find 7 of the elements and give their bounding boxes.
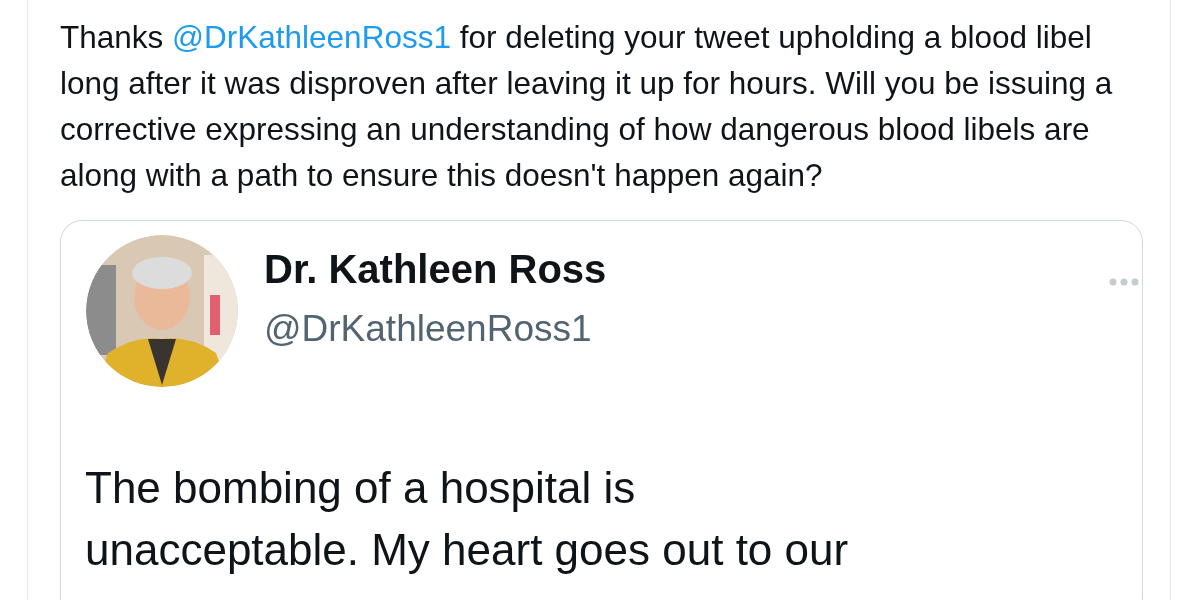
quoted-tweet-card[interactable]: Dr. Kathleen Ross @DrKathleenRoss1 The bombing of a hospital is unacceptable. My heart goes out to our	[60, 220, 1143, 600]
more-icon[interactable]	[1108, 277, 1140, 287]
author-name: Dr. Kathleen Ross	[264, 246, 607, 293]
quoted-tweet-text: unacceptable. My heart goes out to our	[85, 524, 850, 576]
tweet-text: Thanks @DrKathleenRoss1 for deleting your tweet upholding a blood libel long after it was disproven after leaving it up for hours. Will you be issuing a corrective expressing an understanding of how dangerous blood libels are along with a path to ensure this doesn't happen again?	[60, 18, 1114, 195]
author-handle: @DrKathleenRoss1	[264, 307, 593, 351]
quoted-tweet-text: The bombing of a hospital is	[85, 462, 637, 514]
